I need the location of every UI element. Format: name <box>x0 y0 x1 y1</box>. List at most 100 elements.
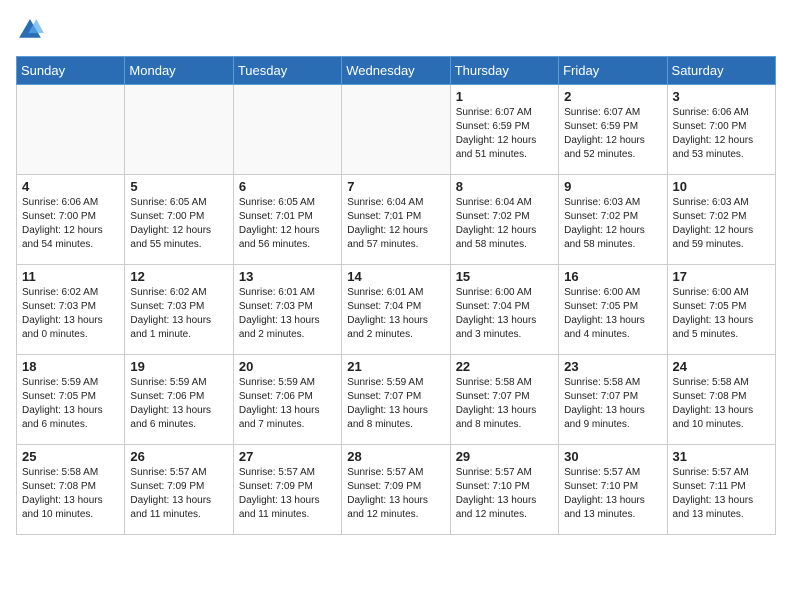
calendar-week-row: 18Sunrise: 5:59 AM Sunset: 7:05 PM Dayli… <box>17 355 776 445</box>
calendar-header-row: SundayMondayTuesdayWednesdayThursdayFrid… <box>17 57 776 85</box>
day-number: 31 <box>673 449 770 464</box>
day-of-week-header: Friday <box>559 57 667 85</box>
calendar-cell: 1 Sunrise: 6:07 AM Sunset: 6:59 PM Daylig… <box>450 85 558 175</box>
calendar-cell: 5 Sunrise: 6:05 AM Sunset: 7:00 PM Daylig… <box>125 175 233 265</box>
calendar-cell: 24 Sunrise: 5:58 AM Sunset: 7:08 PM Dayli… <box>667 355 775 445</box>
day-info: Sunrise: 6:00 AM Sunset: 7:04 PM Dayligh… <box>456 286 553 342</box>
calendar-cell: 31 Sunrise: 5:57 AM Sunset: 7:11 PM Dayli… <box>667 445 775 535</box>
day-of-week-header: Sunday <box>17 57 125 85</box>
day-info: Sunrise: 6:01 AM Sunset: 7:04 PM Dayligh… <box>347 286 444 342</box>
day-number: 17 <box>673 269 770 284</box>
logo <box>16 16 46 44</box>
day-info: Sunrise: 5:58 AM Sunset: 7:07 PM Dayligh… <box>564 376 661 432</box>
calendar-cell: 11 Sunrise: 6:02 AM Sunset: 7:03 PM Dayli… <box>17 265 125 355</box>
calendar-cell: 27Sunrise: 5:57 AM Sunset: 7:09 PM Dayli… <box>233 445 341 535</box>
calendar-cell: 7Sunrise: 6:04 AM Sunset: 7:01 PM Daylig… <box>342 175 450 265</box>
day-number: 25 <box>22 449 119 464</box>
day-info: Sunrise: 5:57 AM Sunset: 7:11 PM Dayligh… <box>673 466 770 522</box>
calendar-cell: 12 Sunrise: 6:02 AM Sunset: 7:03 PM Dayli… <box>125 265 233 355</box>
day-number: 8 <box>456 179 553 194</box>
calendar-week-row: 25 Sunrise: 5:58 AM Sunset: 7:08 PM Dayli… <box>17 445 776 535</box>
calendar-cell: 20 Sunrise: 5:59 AM Sunset: 7:06 PM Dayli… <box>233 355 341 445</box>
day-info: Sunrise: 5:57 AM Sunset: 7:09 PM Dayligh… <box>130 466 227 522</box>
day-number: 26 <box>130 449 227 464</box>
calendar-cell: 4 Sunrise: 6:06 AM Sunset: 7:00 PM Daylig… <box>17 175 125 265</box>
logo-icon <box>16 16 44 44</box>
day-info: Sunrise: 6:05 AM Sunset: 7:00 PM Dayligh… <box>130 196 227 252</box>
day-info: Sunrise: 5:58 AM Sunset: 7:08 PM Dayligh… <box>22 466 119 522</box>
day-number: 24 <box>673 359 770 374</box>
day-info: Sunrise: 6:06 AM Sunset: 7:00 PM Dayligh… <box>22 196 119 252</box>
day-info: Sunrise: 6:06 AM Sunset: 7:00 PM Dayligh… <box>673 106 770 162</box>
calendar: SundayMondayTuesdayWednesdayThursdayFrid… <box>16 56 776 535</box>
page-header <box>16 16 776 44</box>
day-info: Sunrise: 5:59 AM Sunset: 7:06 PM Dayligh… <box>239 376 336 432</box>
day-of-week-header: Thursday <box>450 57 558 85</box>
day-number: 18 <box>22 359 119 374</box>
calendar-cell: 30 Sunrise: 5:57 AM Sunset: 7:10 PM Dayli… <box>559 445 667 535</box>
calendar-cell: 25 Sunrise: 5:58 AM Sunset: 7:08 PM Dayli… <box>17 445 125 535</box>
calendar-cell: 10Sunrise: 6:03 AM Sunset: 7:02 PM Dayli… <box>667 175 775 265</box>
day-info: Sunrise: 6:02 AM Sunset: 7:03 PM Dayligh… <box>130 286 227 342</box>
calendar-cell <box>342 85 450 175</box>
day-number: 15 <box>456 269 553 284</box>
day-info: Sunrise: 6:07 AM Sunset: 6:59 PM Dayligh… <box>456 106 553 162</box>
calendar-cell: 9Sunrise: 6:03 AM Sunset: 7:02 PM Daylig… <box>559 175 667 265</box>
calendar-cell: 15 Sunrise: 6:00 AM Sunset: 7:04 PM Dayli… <box>450 265 558 355</box>
day-number: 22 <box>456 359 553 374</box>
day-number: 23 <box>564 359 661 374</box>
day-number: 1 <box>456 89 553 104</box>
day-number: 9 <box>564 179 661 194</box>
calendar-cell: 22 Sunrise: 5:58 AM Sunset: 7:07 PM Dayli… <box>450 355 558 445</box>
calendar-cell: 26 Sunrise: 5:57 AM Sunset: 7:09 PM Dayli… <box>125 445 233 535</box>
calendar-cell <box>125 85 233 175</box>
day-number: 5 <box>130 179 227 194</box>
calendar-cell: 8 Sunrise: 6:04 AM Sunset: 7:02 PM Daylig… <box>450 175 558 265</box>
calendar-cell: 6 Sunrise: 6:05 AM Sunset: 7:01 PM Daylig… <box>233 175 341 265</box>
calendar-cell: 23 Sunrise: 5:58 AM Sunset: 7:07 PM Dayli… <box>559 355 667 445</box>
day-info: Sunrise: 6:00 AM Sunset: 7:05 PM Dayligh… <box>673 286 770 342</box>
calendar-week-row: 1 Sunrise: 6:07 AM Sunset: 6:59 PM Daylig… <box>17 85 776 175</box>
day-number: 4 <box>22 179 119 194</box>
day-info: Sunrise: 5:58 AM Sunset: 7:08 PM Dayligh… <box>673 376 770 432</box>
calendar-cell: 16Sunrise: 6:00 AM Sunset: 7:05 PM Dayli… <box>559 265 667 355</box>
calendar-cell: 21 Sunrise: 5:59 AM Sunset: 7:07 PM Dayli… <box>342 355 450 445</box>
calendar-cell: 13Sunrise: 6:01 AM Sunset: 7:03 PM Dayli… <box>233 265 341 355</box>
calendar-week-row: 4 Sunrise: 6:06 AM Sunset: 7:00 PM Daylig… <box>17 175 776 265</box>
calendar-cell: 28 Sunrise: 5:57 AM Sunset: 7:09 PM Dayli… <box>342 445 450 535</box>
day-number: 21 <box>347 359 444 374</box>
day-number: 6 <box>239 179 336 194</box>
day-number: 19 <box>130 359 227 374</box>
calendar-cell: 2 Sunrise: 6:07 AM Sunset: 6:59 PM Daylig… <box>559 85 667 175</box>
day-number: 3 <box>673 89 770 104</box>
day-number: 12 <box>130 269 227 284</box>
day-number: 28 <box>347 449 444 464</box>
calendar-week-row: 11 Sunrise: 6:02 AM Sunset: 7:03 PM Dayli… <box>17 265 776 355</box>
day-info: Sunrise: 6:07 AM Sunset: 6:59 PM Dayligh… <box>564 106 661 162</box>
day-number: 10 <box>673 179 770 194</box>
day-info: Sunrise: 6:02 AM Sunset: 7:03 PM Dayligh… <box>22 286 119 342</box>
day-number: 30 <box>564 449 661 464</box>
calendar-cell: 14 Sunrise: 6:01 AM Sunset: 7:04 PM Dayli… <box>342 265 450 355</box>
day-info: Sunrise: 5:57 AM Sunset: 7:10 PM Dayligh… <box>456 466 553 522</box>
day-info: Sunrise: 5:57 AM Sunset: 7:10 PM Dayligh… <box>564 466 661 522</box>
day-number: 11 <box>22 269 119 284</box>
day-number: 14 <box>347 269 444 284</box>
day-number: 7 <box>347 179 444 194</box>
day-info: Sunrise: 5:59 AM Sunset: 7:06 PM Dayligh… <box>130 376 227 432</box>
day-of-week-header: Wednesday <box>342 57 450 85</box>
day-of-week-header: Monday <box>125 57 233 85</box>
day-info: Sunrise: 6:05 AM Sunset: 7:01 PM Dayligh… <box>239 196 336 252</box>
day-of-week-header: Saturday <box>667 57 775 85</box>
day-info: Sunrise: 6:00 AM Sunset: 7:05 PM Dayligh… <box>564 286 661 342</box>
day-info: Sunrise: 6:04 AM Sunset: 7:02 PM Dayligh… <box>456 196 553 252</box>
day-of-week-header: Tuesday <box>233 57 341 85</box>
day-info: Sunrise: 5:57 AM Sunset: 7:09 PM Dayligh… <box>347 466 444 522</box>
calendar-cell: 17 Sunrise: 6:00 AM Sunset: 7:05 PM Dayli… <box>667 265 775 355</box>
calendar-cell <box>17 85 125 175</box>
day-info: Sunrise: 5:58 AM Sunset: 7:07 PM Dayligh… <box>456 376 553 432</box>
day-number: 29 <box>456 449 553 464</box>
day-number: 20 <box>239 359 336 374</box>
day-number: 2 <box>564 89 661 104</box>
day-info: Sunrise: 5:59 AM Sunset: 7:07 PM Dayligh… <box>347 376 444 432</box>
